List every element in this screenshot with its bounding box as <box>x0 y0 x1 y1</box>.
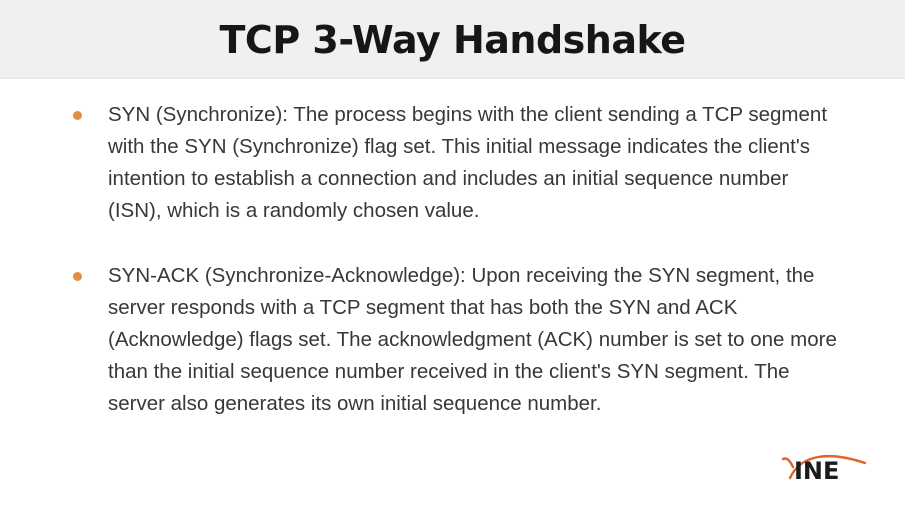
slide-title: TCP 3-Way Handshake <box>219 18 686 62</box>
bullet-item-syn: SYN (Synchronize): The process begins wi… <box>72 99 842 227</box>
bullet-text: SYN-ACK (Synchronize-Acknowledge): Upon … <box>108 264 837 415</box>
bullet-item-syn-ack: SYN-ACK (Synchronize-Acknowledge): Upon … <box>72 260 842 420</box>
ine-logo: INE <box>781 448 869 484</box>
bullet-list: SYN (Synchronize): The process begins wi… <box>72 99 842 420</box>
bullet-text: SYN (Synchronize): The process begins wi… <box>108 103 828 222</box>
ine-logo-icon: INE <box>781 454 867 484</box>
bullet-dot-icon <box>73 111 82 120</box>
logo-swoosh <box>781 457 795 469</box>
slide-content: SYN (Synchronize): The process begins wi… <box>0 78 905 510</box>
bullet-dot-icon <box>73 272 82 281</box>
logo-text: INE <box>794 457 839 484</box>
slide-header: TCP 3-Way Handshake <box>0 0 905 78</box>
